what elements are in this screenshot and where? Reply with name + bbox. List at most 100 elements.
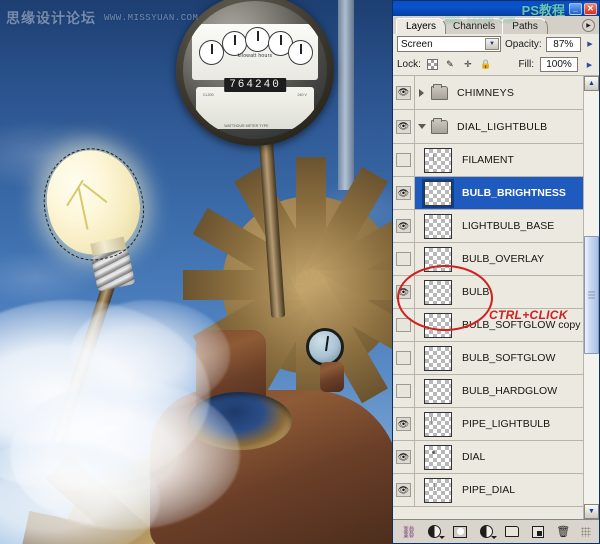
new-adjustment-layer-icon[interactable] [478,524,497,539]
layer-name: BULB_HARDGLOW [462,385,558,397]
visibility-toggle[interactable]: 👁 [393,408,415,440]
layer-row-dial-lightbulb[interactable]: 👁 DIAL_LIGHTBULB [393,110,583,144]
visibility-toggle[interactable] [393,144,415,176]
layer-row-pipe-dial[interactable]: 👁 PIPE_DIAL [393,474,583,507]
background-pole [338,0,354,190]
link-layers-icon[interactable]: ⛓ [401,524,417,539]
image-pixels-lock-icon[interactable]: ✎ [444,59,456,71]
layer-name: CHIMNEYS [457,86,515,99]
eye-icon: 👁 [397,286,410,297]
layer-row-bulb-hardglow[interactable]: BULB_HARDGLOW [393,375,583,408]
folder-icon [431,117,448,134]
layer-name: PIPE_DIAL [462,484,516,496]
new-group-folder-icon[interactable] [504,524,520,539]
layer-row-filament[interactable]: FILAMENT [393,144,583,177]
layer-row-bulb[interactable]: 👁 BULB [393,276,583,309]
layer-thumbnail[interactable] [424,411,452,437]
scrollbar-grip [588,291,595,299]
delete-layer-trash-icon[interactable]: 🗑 [555,524,571,539]
layer-row-dial[interactable]: 👁 DIAL [393,441,583,474]
all-lock-icon[interactable]: 🔒 [480,59,492,71]
layer-thumbnail[interactable] [424,345,452,371]
visibility-toggle[interactable]: 👁 [393,76,415,109]
folder-icon [431,83,448,100]
visibility-toggle[interactable]: 👁 [393,210,415,242]
scroll-down-button[interactable]: ▼ [584,504,599,519]
opacity-spinner-icon[interactable]: ▶ [585,37,595,52]
eye-icon: 👁 [397,220,410,231]
visibility-toggle[interactable] [393,375,415,407]
layer-thumbnail[interactable] [424,378,452,404]
layer-row-bulb-brightness[interactable]: 👁 BULB_BRIGHTNESS [393,177,583,210]
meter-micro-bottom: WATTHOUR METER TYPE [224,123,269,128]
visibility-toggle[interactable] [393,342,415,374]
new-layer-icon[interactable] [530,524,546,539]
meter-units-label: kilowatt hours [237,53,273,60]
scroll-up-button[interactable]: ▲ [584,76,599,91]
tab-layers[interactable]: Layers [396,18,447,34]
layer-thumbnail[interactable] [422,178,454,208]
visibility-toggle[interactable]: 👁 [393,177,415,209]
layer-row-lightbulb-base[interactable]: 👁 LIGHTBULB_BASE [393,210,583,243]
position-lock-icon[interactable]: ✛ [462,59,474,71]
close-button[interactable]: ✕ [584,2,597,15]
opacity-input[interactable]: 87% [545,36,581,52]
fill-spinner-icon[interactable]: ▶ [584,57,595,72]
layer-list-region: 👁 CHIMNEYS 👁 DIAL_LIGHTBULB FILAMENT 👁 B… [393,76,599,519]
tab-paths[interactable]: Paths [502,18,548,34]
layer-name: PIPE_LIGHTBULB [462,418,551,430]
layer-name: DIAL [462,451,486,463]
pressure-gauge [306,328,344,366]
visibility-toggle[interactable]: 👁 [393,110,415,143]
layer-row-bulb-softglow[interactable]: BULB_SOFTGLOW [393,342,583,375]
layer-list-scrollbar[interactable]: ▲ ▼ [583,76,599,519]
transparent-pixels-lock-icon[interactable] [426,59,438,70]
palette-title-bar[interactable]: PS教程 _ ✕ [393,1,599,18]
layer-name: BULB_SOFTGLOW [462,352,556,364]
layer-row-pipe-lightbulb[interactable]: 👁 PIPE_LIGHTBULB [393,408,583,441]
scrollbar-track[interactable] [584,91,599,504]
add-layer-mask-icon[interactable] [452,524,468,539]
palette-resize-grip[interactable] [581,526,591,537]
visibility-toggle[interactable] [393,309,415,341]
visibility-toggle[interactable] [393,243,415,275]
group-disclosure[interactable] [415,88,429,97]
layer-thumbnail[interactable] [424,279,452,305]
meter-reading: 764240 [224,78,286,93]
lock-label: Lock: [397,59,421,70]
site-watermark: 思缘设计论坛 WWW.MISSYUAN.COM [6,8,198,28]
layer-row-bulb-overlay[interactable]: BULB_OVERLAY [393,243,583,276]
scrollbar-thumb[interactable] [584,236,599,354]
layer-thumbnail[interactable] [424,477,452,503]
blend-mode-select[interactable]: Screen ▼ [397,36,501,52]
layer-thumbnail[interactable] [424,147,452,173]
lock-row: Lock: ✎ ✛ 🔒 Fill: 100% ▶ [393,54,599,76]
layer-row-chimneys[interactable]: 👁 CHIMNEYS [393,76,583,110]
palette-menu-icon[interactable]: ▶ [582,19,595,32]
layer-thumbnail[interactable] [424,312,452,338]
fill-input[interactable]: 100% [540,57,578,72]
layer-row-bulb-softglow-copy[interactable]: BULB_SOFTGLOW copy [393,309,583,342]
meter-micro-left: CL200 [203,92,214,97]
blend-mode-row: Screen ▼ Opacity: 87% ▶ [393,34,599,54]
lightbulb[interactable] [33,138,170,298]
layer-thumbnail[interactable] [424,444,452,470]
layer-list[interactable]: 👁 CHIMNEYS 👁 DIAL_LIGHTBULB FILAMENT 👁 B… [393,76,583,519]
layer-name: DIAL_LIGHTBULB [457,120,548,133]
layer-thumbnail[interactable] [424,246,452,272]
layer-thumbnail[interactable] [424,213,452,239]
fill-label: Fill: [518,59,534,70]
tab-channels[interactable]: Channels [443,18,506,34]
photoshop-canvas-image[interactable]: kilowatt hours CL200 240 V WATTHOUR METE… [0,0,392,544]
visibility-toggle[interactable]: 👁 [393,441,415,473]
eye-icon: 👁 [397,121,410,131]
minimize-button[interactable]: _ [569,2,582,15]
electric-meter: kilowatt hours CL200 240 V WATTHOUR METE… [176,0,334,146]
visibility-toggle[interactable]: 👁 [393,474,415,506]
group-disclosure[interactable] [415,124,429,129]
visibility-toggle[interactable]: 👁 [393,276,415,308]
eye-icon: 👁 [397,87,410,97]
layer-name: BULB_SOFTGLOW copy [462,319,581,331]
chevron-down-icon[interactable]: ▼ [485,38,499,50]
layer-style-fx-icon[interactable] [427,524,446,539]
